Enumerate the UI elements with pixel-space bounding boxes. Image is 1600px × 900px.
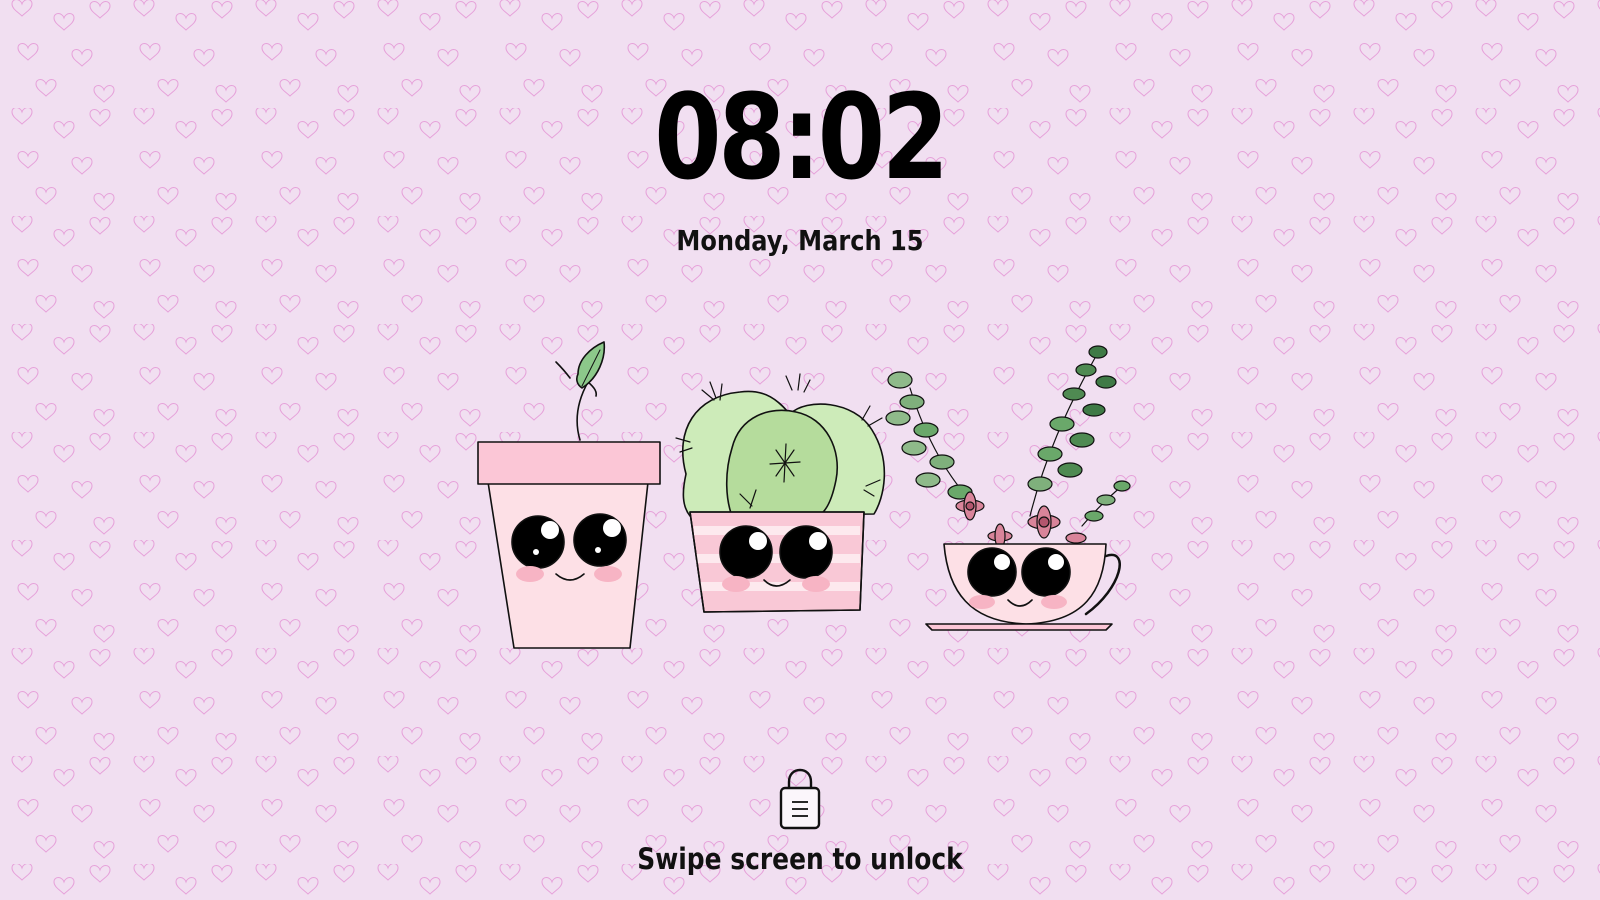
lock-icon bbox=[779, 768, 821, 830]
date-label: Monday, March 15 bbox=[676, 224, 924, 257]
swipe-to-unlock-hint[interactable]: Swipe screen to unlock bbox=[112, 842, 1488, 876]
sprout-pot bbox=[477, 341, 661, 649]
cute-plants-illustration bbox=[477, 341, 1131, 649]
cactus-pot bbox=[675, 373, 886, 613]
succulent-teacup bbox=[885, 345, 1131, 631]
clock-time: 08:02 bbox=[654, 68, 949, 206]
